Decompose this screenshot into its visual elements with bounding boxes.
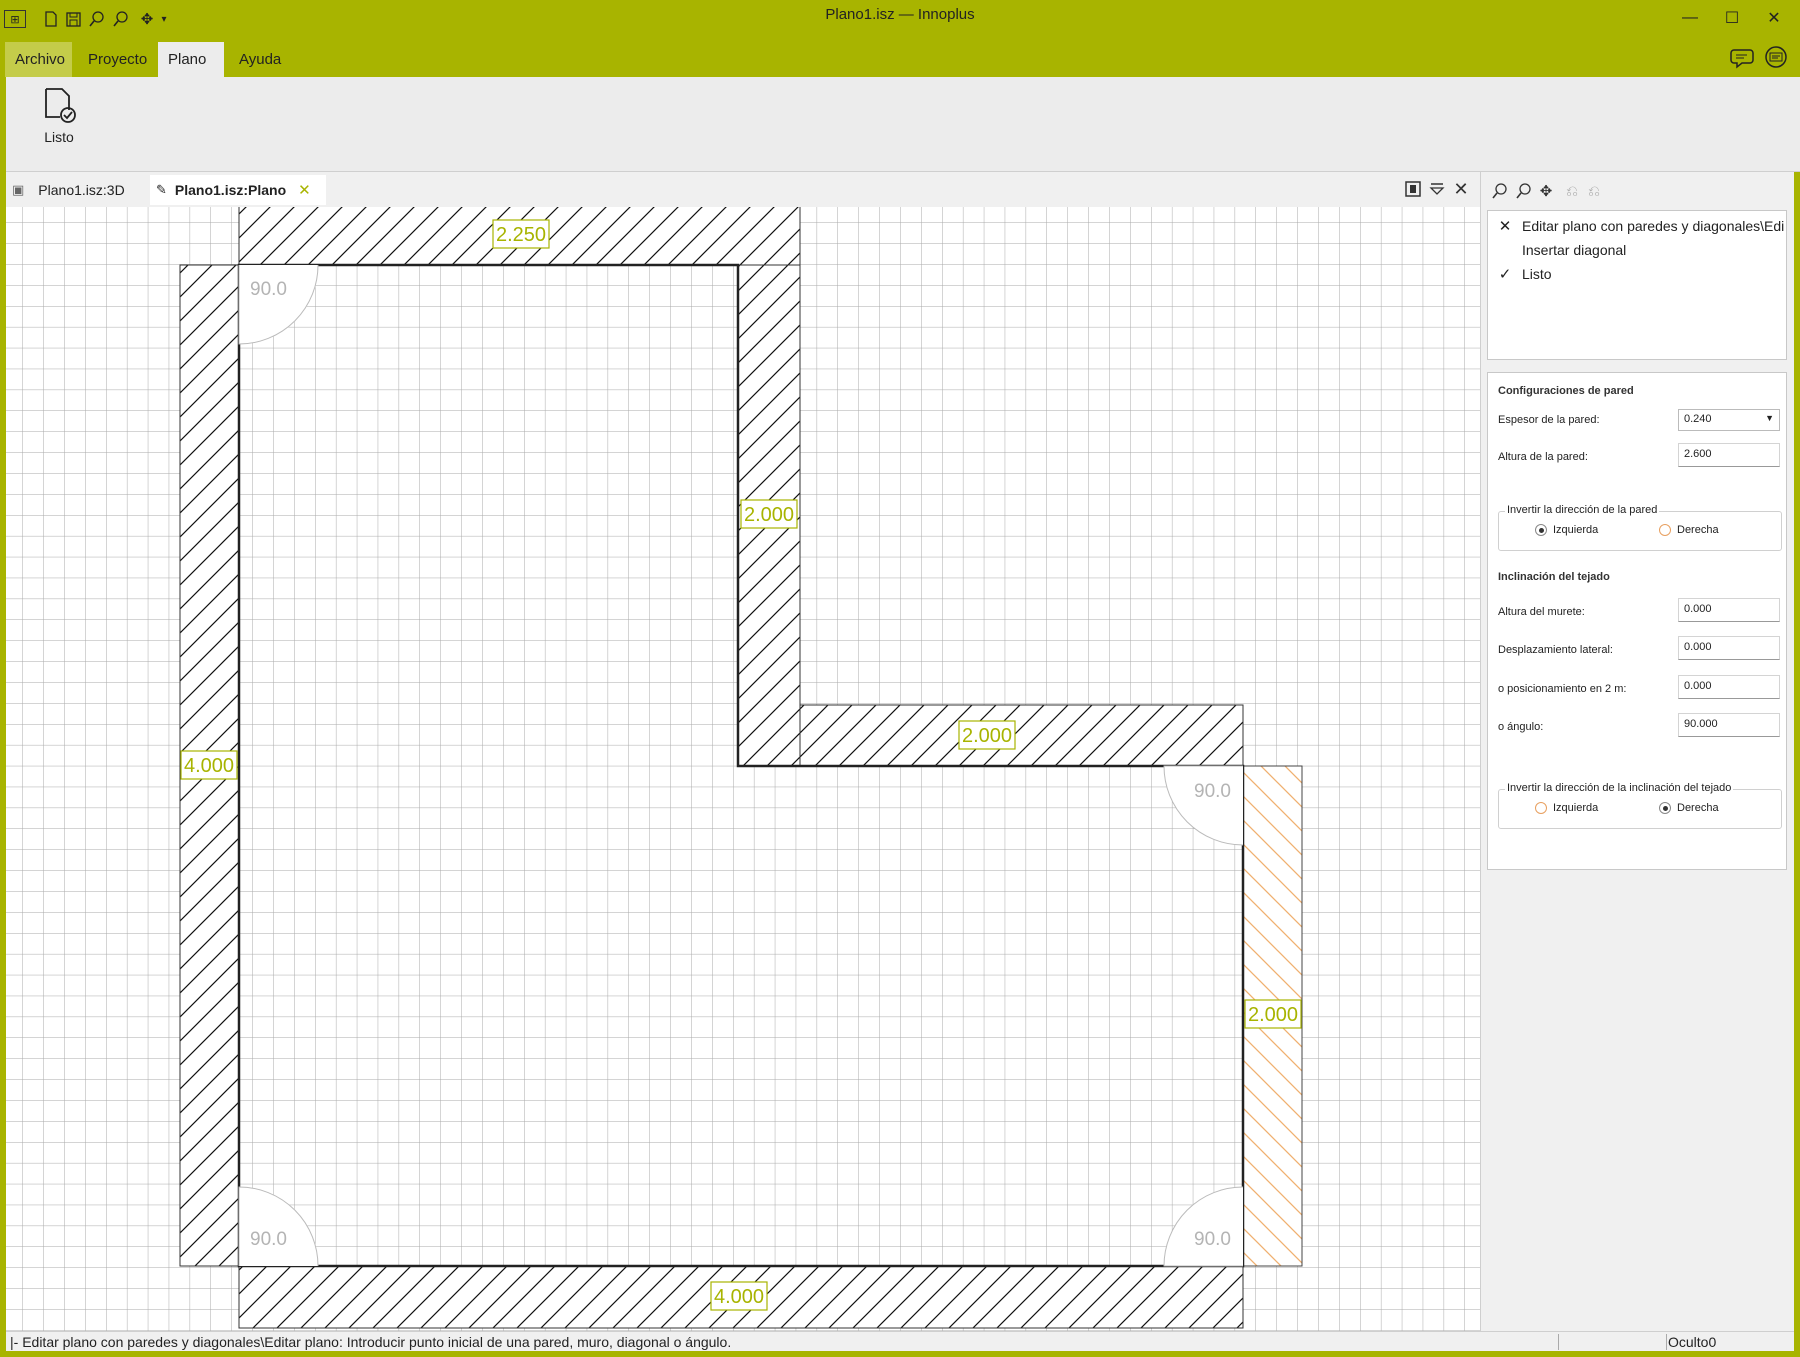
redo-view-icon[interactable]: ⎌ [1583, 180, 1605, 202]
document-tabs: ▣ Plano1.isz:3D ✎ Plano1.isz:Plano ✕ ✕ [6, 172, 1480, 207]
dimension-bottom-value: 4.000 [714, 1286, 764, 1308]
radio-dot [1535, 802, 1547, 814]
cube-icon: ▣ [12, 182, 25, 197]
radio-dot [1659, 524, 1671, 536]
undo-view-icon[interactable]: ⎌ [1561, 180, 1583, 202]
thickness-select[interactable]: 0.240 ▼ [1678, 409, 1780, 431]
menu-tab-proyecto[interactable]: Proyecto [78, 42, 157, 77]
radio-dot [1659, 802, 1671, 814]
status-bar: |- Editar plano con paredes y diagonales… [6, 1331, 1794, 1351]
wall-direction-right-radio[interactable]: Derecha [1659, 524, 1719, 536]
close-button[interactable]: ✕ [1754, 4, 1794, 32]
invert-wall-title: Invertir la dirección de la pared [1505, 504, 1660, 516]
maximize-button[interactable]: ☐ [1712, 4, 1752, 32]
knee-wall-label: Altura del murete: [1498, 606, 1585, 618]
task-item-label: Listo [1522, 266, 1552, 282]
pencil-icon: ✎ [156, 182, 167, 197]
status-divider [1666, 1334, 1667, 1350]
dropdown-menu-icon[interactable] [1426, 178, 1448, 200]
angle-label: o ángulo: [1498, 721, 1544, 733]
menu-tab-archivo[interactable]: Archivo [5, 42, 72, 77]
plan-canvas[interactable]: 90.0 90.0 90.0 90.0 2.250 2.000 2.000 4.… [6, 207, 1480, 1331]
invert-roof-group: Invertir la dirección de la inclinación … [1498, 782, 1782, 829]
radio-label: Derecha [1677, 802, 1719, 814]
chat-icon[interactable] [1762, 44, 1790, 72]
zoom-window-icon[interactable] [1489, 180, 1511, 202]
menu-tab-plano[interactable]: Plano [158, 42, 224, 77]
dimension-top[interactable]: 2.250 [492, 219, 550, 249]
lateral-offset-label: Desplazamiento lateral: [1498, 644, 1613, 656]
roof-direction-left-radio[interactable]: Izquierda [1535, 802, 1598, 814]
height-label: Altura de la pared: [1498, 451, 1588, 463]
status-hidden-count: Oculto0 [1668, 1334, 1717, 1350]
position-input[interactable]: 0.000 [1678, 675, 1780, 699]
dimension-top-value: 2.250 [496, 224, 546, 246]
online-help-icon[interactable] [1730, 44, 1758, 72]
status-message: |- Editar plano con paredes y diagonales… [10, 1334, 732, 1350]
document-check-icon [45, 88, 76, 123]
pan-icon[interactable]: ✥ [1535, 180, 1557, 202]
radio-dot [1535, 524, 1547, 536]
listo-button[interactable]: Listo [30, 81, 88, 161]
angle-label-bottom-right: 90.0 [1194, 1229, 1231, 1250]
dimension-right-lower-value: 2.000 [1248, 1004, 1298, 1026]
dimension-left-value: 4.000 [184, 755, 234, 777]
dimension-right-upper[interactable]: 2.000 [740, 499, 798, 529]
roof-pitch-heading: Inclinación del tejado [1498, 571, 1610, 583]
lateral-offset-input[interactable]: 0.000 [1678, 636, 1780, 660]
radio-label: Derecha [1677, 524, 1719, 536]
thickness-value: 0.240 [1684, 413, 1712, 425]
thickness-label: Espesor de la pared: [1498, 414, 1600, 426]
status-divider [1558, 1334, 1559, 1350]
task-list: ✕ Editar plano con paredes y diagonales\… [1487, 210, 1787, 360]
close-icon: ✕ [1498, 218, 1512, 235]
task-item-edit-plan[interactable]: ✕ Editar plano con paredes y diagonales\… [1488, 214, 1786, 238]
menu-tab-ayuda[interactable]: Ayuda [229, 42, 291, 77]
ribbon: Listo [6, 77, 1800, 172]
zoom-icon[interactable] [1513, 180, 1535, 202]
task-item-label: Editar plano con paredes y diagonales\Ed… [1522, 218, 1785, 234]
wall-settings-form: Configuraciones de pared Espesor de la p… [1487, 372, 1787, 870]
tab-plano[interactable]: ✎ Plano1.isz:Plano ✕ [150, 175, 326, 205]
knee-wall-input[interactable]: 0.000 [1678, 598, 1780, 622]
tab-close-icon[interactable]: ✕ [298, 181, 311, 199]
dimension-left[interactable]: 4.000 [180, 750, 238, 780]
dimension-middle-value: 2.000 [962, 725, 1012, 747]
height-input[interactable]: 2.600 [1678, 443, 1780, 467]
tab-3d[interactable]: ▣ Plano1.isz:3D [6, 175, 146, 205]
fit-view-icon[interactable] [1402, 178, 1424, 200]
wall-settings-heading: Configuraciones de pared [1498, 385, 1634, 397]
radio-label: Izquierda [1553, 524, 1599, 536]
angle-label-top-left: 90.0 [250, 279, 287, 300]
document-area: ▣ Plano1.isz:3D ✎ Plano1.isz:Plano ✕ ✕ 9… [6, 172, 1480, 1331]
angle-input[interactable]: 90.000 [1678, 713, 1780, 737]
properties-panel: ✥ ⎌ ⎌ ✕ Editar plano con paredes y diago… [1480, 172, 1794, 1331]
position-label: o posicionamiento en 2 m: [1498, 683, 1627, 695]
minimize-button[interactable]: — [1670, 4, 1710, 32]
invert-roof-title: Invertir la dirección de la inclinación … [1505, 782, 1734, 794]
task-item-label: Insertar diagonal [1522, 242, 1627, 258]
tab-plano-label: Plano1.isz:Plano [174, 182, 287, 198]
chevron-down-icon: ▼ [1765, 413, 1774, 423]
dimension-middle[interactable]: 2.000 [958, 720, 1016, 750]
floor-plan-drawing[interactable]: 90.0 90.0 90.0 90.0 2.250 2.000 2.000 4.… [6, 207, 1480, 1331]
window-title: Plano1.isz — Innoplus [825, 6, 975, 23]
task-item-listo[interactable]: ✓ Listo [1488, 262, 1786, 286]
close-view-icon[interactable]: ✕ [1450, 178, 1472, 200]
wall-direction-left-radio[interactable]: Izquierda [1535, 524, 1598, 536]
tab-3d-label: Plano1.isz:3D [38, 182, 125, 198]
radio-label: Izquierda [1553, 802, 1599, 814]
angle-label-bottom-left: 90.0 [250, 1229, 287, 1250]
angle-label-right-corner: 90.0 [1194, 781, 1231, 802]
check-icon: ✓ [1498, 266, 1512, 283]
menu-bar: Archivo Proyecto Plano Ayuda [0, 38, 1800, 77]
dimension-bottom[interactable]: 4.000 [710, 1281, 768, 1311]
invert-wall-group: Invertir la dirección de la pared Izquie… [1498, 504, 1782, 551]
task-item-insert-diagonal[interactable]: Insertar diagonal [1488, 238, 1786, 262]
dimension-right-lower[interactable]: 2.000 [1244, 999, 1302, 1029]
listo-label: Listo [44, 129, 74, 145]
title-bar: ⊞ ✥ ▾ Plano1.isz — Innoplus — ☐ ✕ [0, 0, 1800, 38]
dimension-right-upper-value: 2.000 [744, 504, 794, 526]
roof-direction-right-radio[interactable]: Derecha [1659, 802, 1719, 814]
